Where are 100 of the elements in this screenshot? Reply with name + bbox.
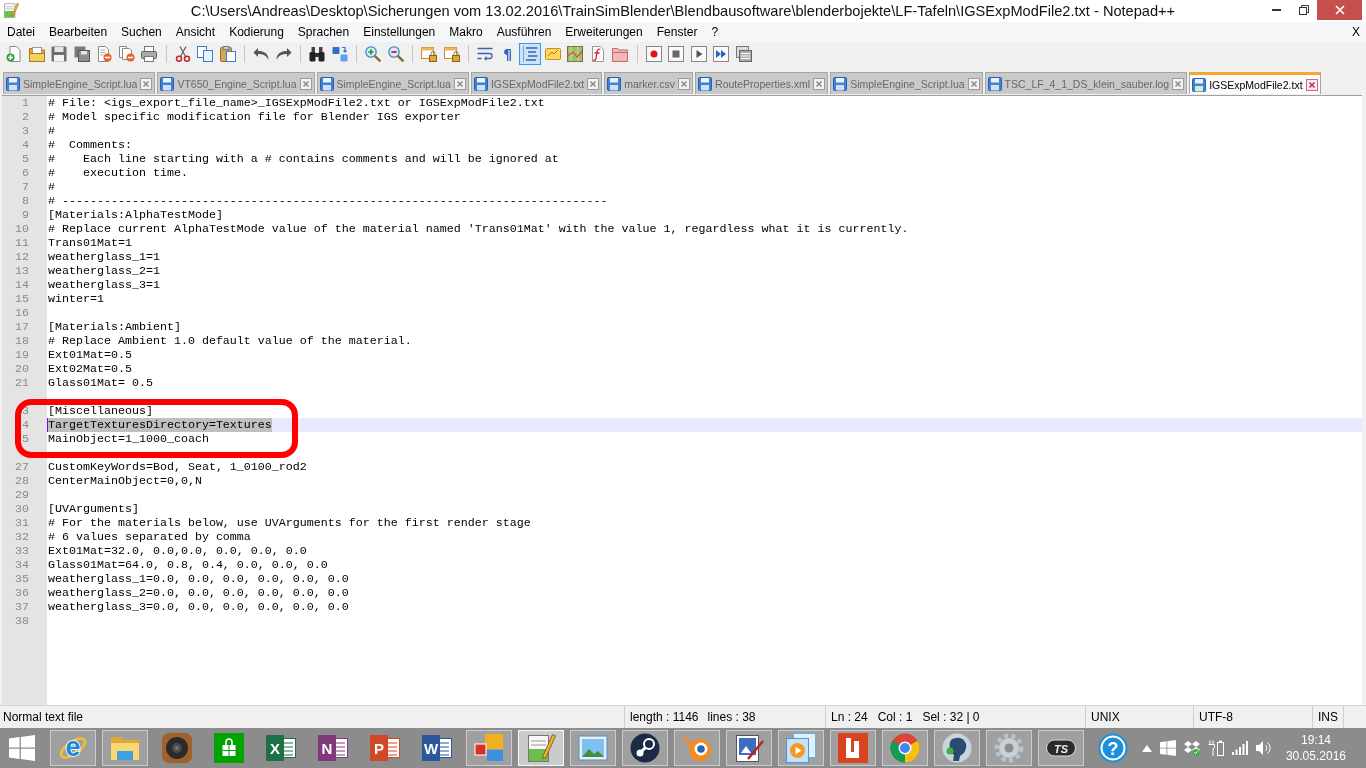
undo-arrow-icon [253,46,270,62]
page-curve-icon [589,46,606,62]
close-icon[interactable] [1172,77,1185,90]
file-tab[interactable]: marker.csv [604,72,694,94]
code-line: weatherglass_3=1 [48,278,160,292]
close-icon[interactable] [813,77,826,90]
taskbar-app-button[interactable] [934,730,980,766]
close-icon[interactable] [1305,78,1318,91]
file-tab[interactable]: VT650_Engine_Script.lua [157,72,315,94]
menu-item[interactable]: Fenster [649,23,705,41]
taskbar-app-button[interactable]: TS [1038,730,1084,766]
file-tab[interactable]: SimpleEngine_Script.lua [830,72,983,94]
plug-battery-icon[interactable] [1208,740,1224,756]
locked-window-icon [421,46,438,62]
menu-item[interactable]: Suchen [114,23,169,41]
magnifier-minus-icon [387,46,404,62]
code-line: [Materials:Ambient] [48,320,181,334]
line-number: 5 [22,152,29,166]
signal-bars-icon[interactable] [1232,741,1248,755]
close-document-button[interactable]: X [1346,23,1366,41]
insert-mode-label: INS [1318,710,1338,724]
menu-item[interactable]: Erweiterungen [558,23,650,41]
line-number: 31 [15,516,29,530]
close-icon[interactable] [140,77,153,90]
speaker-volume-icon[interactable] [1256,740,1272,756]
pages-minus-icon [118,46,135,62]
swap-blocks-icon [331,46,348,62]
menu-item[interactable]: Einstellungen [356,23,443,41]
line-number: 29 [15,488,29,502]
line-number: 16 [15,306,29,320]
line-number: 20 [15,362,29,376]
line-number: 37 [15,600,29,614]
line-number: 17 [15,320,29,334]
line-ending-label: UNIX [1091,710,1120,724]
close-icon[interactable] [453,77,466,90]
encoding-label: UTF-8 [1199,710,1233,724]
close-icon[interactable] [678,77,691,90]
head-profile-icon [942,733,972,763]
menu-item[interactable]: Makro [442,23,490,41]
indent-guide-button[interactable] [519,43,542,65]
window-title: C:\Users\Andreas\Desktop\Sicherungen vom 13.02.2016\TrainSimBlender\Blendbausoftware\blenderbojekte\LF-Tafeln\IGSExpModFile2.txt - Notepad++ [190,3,1176,19]
line-number: 11 [15,236,29,250]
close-icon[interactable] [967,77,980,90]
file-tab[interactable]: IGSExpModFile2.txt [1189,72,1321,94]
note-panel-icon [544,46,561,62]
text-caret [47,418,48,432]
menu-item[interactable]: Ansicht [168,23,223,41]
code-line: MainObject=1_1000_coach [48,432,209,446]
taskbar-app-button[interactable] [622,730,668,766]
magnifier-plus-icon [365,46,382,62]
taskbar-app-button[interactable] [726,730,772,766]
play-pages-icon [786,733,816,763]
taskbar-app-button[interactable]: P [362,730,408,766]
line-readout: Ln : 24 [831,710,868,724]
line-number: 4 [22,418,29,432]
close-icon[interactable] [587,77,600,90]
menu-item[interactable]: Kodierung [222,23,291,41]
scissors-icon [174,46,191,62]
gear-icon [994,733,1024,763]
menu-item[interactable]: ? [704,23,726,41]
fast-forward-icon [713,46,730,62]
code-line: winter=1 [48,292,104,306]
line-number: 1 [22,96,29,110]
line-number: 2 [22,110,29,124]
line-number: 32 [15,530,29,544]
taskbar-app-button[interactable]: W [414,730,460,766]
file-tab[interactable]: IGSExpModFile2.txt [470,72,603,94]
file-tab[interactable]: RouteProperties.xml [695,72,829,94]
line-number: 10 [15,222,29,236]
file-tab[interactable]: SimpleEngine_Script.lua [316,72,469,94]
code-line: [UVArguments] [48,502,139,516]
menu-item[interactable]: Bearbeiten [42,23,115,41]
line-number: 6 [22,166,29,180]
canvas-brush-icon [734,733,764,763]
window-list-icon [735,46,752,62]
code-line: Ext02Mat=0.5 [48,362,132,376]
new-page-icon [6,46,23,62]
pilcrow-button[interactable]: ¶ [496,43,519,65]
line-number: 14 [15,278,29,292]
taskbar-app-button[interactable]: N [310,730,356,766]
box-check-icon[interactable] [1184,740,1200,756]
piston-disc-icon [630,733,660,763]
copy-pages-icon [197,46,214,62]
menu-item[interactable]: Datei [0,23,42,41]
file-tab[interactable]: SimpleEngine_Script.lua [3,72,156,94]
line-number: 4 [22,138,29,152]
taskbar-app-button[interactable]: X [258,730,304,766]
folder-icon [28,46,45,62]
line-number: 35 [15,572,29,586]
four-panes-logo-icon[interactable] [1160,740,1176,756]
up-caret-icon[interactable] [1142,744,1152,752]
printer-icon [141,46,158,62]
line-number: 30 [15,502,29,516]
close-icon[interactable] [299,77,312,90]
menu-item[interactable]: Ausführen [489,23,559,41]
line-number: 33 [15,544,29,558]
file-tab[interactable]: TSC_LF_4_1_DS_klein_sauber.log [984,72,1188,94]
code-line: Glass01Mat=64.0, 0.8, 0.4, 0.0, 0.0, 0.0 [48,558,328,572]
code-line: weatherglass_3=0.0, 0.0, 0.0, 0.0, 0.0, 0.0 [48,600,349,614]
menu-item[interactable]: Sprachen [290,23,357,41]
